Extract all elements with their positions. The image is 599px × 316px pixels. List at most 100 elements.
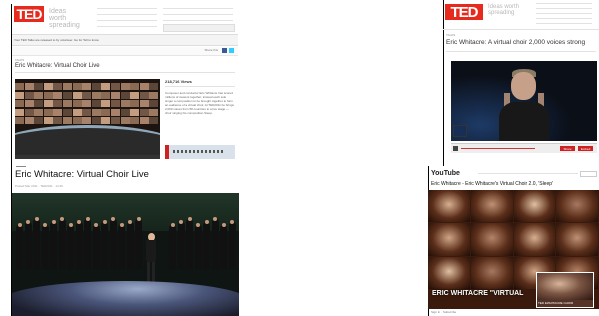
section-label: TALKS [15,58,25,62]
choir-singer [220,225,227,269]
stage-floor [12,281,239,316]
choir-singer-tile [72,108,82,116]
choir-singer-tile [82,91,92,99]
ted-tagline: Ideas worth spreading [49,8,80,29]
choir-singer-tile [101,117,111,124]
choir-singer [41,225,49,269]
choir-singer-face [213,217,217,221]
choir-member-face [556,190,598,223]
choir-singer-tile [91,91,101,99]
progress-bar[interactable] [461,148,535,149]
youtube-page: YouTube Eric Whitacre - Eric Whitacre's … [428,166,599,316]
choir-singer-tile [120,100,130,107]
twitter-icon[interactable] [229,48,234,53]
choir-member-face [470,190,513,223]
talk-sidebar: 218,716 Views Composer and conductor Eri… [165,79,235,159]
choir-singer-tile [111,100,120,107]
choir-singer-tile [101,100,111,107]
choir-singer [75,222,83,269]
choir-member-face [513,190,556,223]
choir-member-face [513,223,556,256]
youtube-logo[interactable]: YouTube [431,169,460,177]
choir-singer-tile [82,117,92,124]
choir-singer-face [128,220,132,224]
views-count: 218,716 Views [165,79,192,84]
choir-singer-face [187,217,192,221]
video-controls[interactable] [15,155,160,159]
video-player-right[interactable] [451,61,597,141]
youtube-video[interactable]: ERIC WHITACRE "VIRTUAL TED EWHITACRE CHO… [428,190,599,309]
choir-singer-tile [111,108,120,116]
choir-singer-face [17,223,22,227]
choir-singer [228,222,236,269]
choir-singer-tile [63,91,72,99]
video-player[interactable] [15,79,160,159]
choir-singer-tile [139,91,149,99]
choir-singer-face [26,220,30,224]
choir-row [12,209,239,279]
ted-page-left: TED Ideas worth spreading Your TED Talks… [11,4,238,162]
choir-singer-tile [43,91,53,99]
choir-singer-face [170,223,175,227]
ted-logo-right[interactable]: TED [445,4,483,21]
facebook-icon[interactable] [222,48,227,53]
ted-page-right: TED Ideas worth spreading TALKS Eric Whi… [443,0,599,166]
choir-singer-tile [101,108,111,116]
choir-singer-face [179,220,183,224]
choir-singer-tile [43,117,53,124]
ted-tagline-right: Ideas worth spreading [488,4,520,16]
play-icon[interactable] [453,146,458,151]
nav-menu[interactable] [97,8,235,32]
share-bar[interactable]: Share this [12,47,238,56]
choir-singer-tile [43,108,53,116]
section-label-right: TALKS [446,33,456,37]
pip-label: TED EWHITACRE CHOIR [538,301,574,305]
choir-singer [33,219,40,269]
talk-description: Composer and conductor Eric Whitacre has… [165,91,234,115]
choir-singer-face [102,220,107,224]
choir-singer-tile [24,117,34,124]
choir-singer [58,219,66,269]
share-button[interactable]: Share [560,146,575,151]
choir-singer-tile [43,83,53,90]
choir-singer-tile [130,100,140,107]
choir-member-face [470,256,513,289]
video-controls-right[interactable]: Share Embed [451,143,597,153]
zoom-talk-meta: Posted Mar 2011 · TED2011 · 14:39 [15,184,63,188]
search-box[interactable] [580,171,597,177]
ted-logo[interactable]: TED [14,6,44,22]
choir-singer-tile [149,83,159,90]
choir-singer-tile [149,91,159,99]
ad-banner[interactable] [165,145,235,159]
choir-singer-tile [130,83,140,90]
choir-singer-tile [101,91,111,99]
nav-menu-right[interactable] [536,3,594,27]
choir-singer-tile [101,83,111,90]
choir-singer-tile [15,108,24,116]
choir-singer [92,225,100,269]
choir-singer-tile [149,108,159,116]
choir-singer [24,222,32,269]
choir-singer-face [43,223,47,227]
picture-in-picture[interactable]: TED EWHITACRE CHOIR [536,272,594,308]
zoom-video[interactable] [12,193,239,316]
choir-singer-tile [82,83,92,90]
choir-singer [84,219,91,269]
choir-singer-tile [34,117,44,124]
choir-singer-tile [82,108,92,116]
choir-singer [109,219,117,269]
choir-singer-tile [111,117,120,124]
speaker-figure [499,69,549,141]
choir-singer-tile [72,91,82,99]
choir-singer-face [85,217,90,221]
choir-singer-tile [120,91,130,99]
choir-singer-tile [149,117,159,124]
share-label: Share this [204,48,218,52]
embed-button[interactable]: Embed [578,146,593,151]
choir-singer-tile [63,83,72,90]
notice-bar: Your TED Talks are released to by volunt… [12,34,238,46]
choir-singer-face [111,217,115,221]
choir-singer [126,222,134,269]
choir-singer-face [60,217,64,221]
choir-singer-tile [34,83,44,90]
